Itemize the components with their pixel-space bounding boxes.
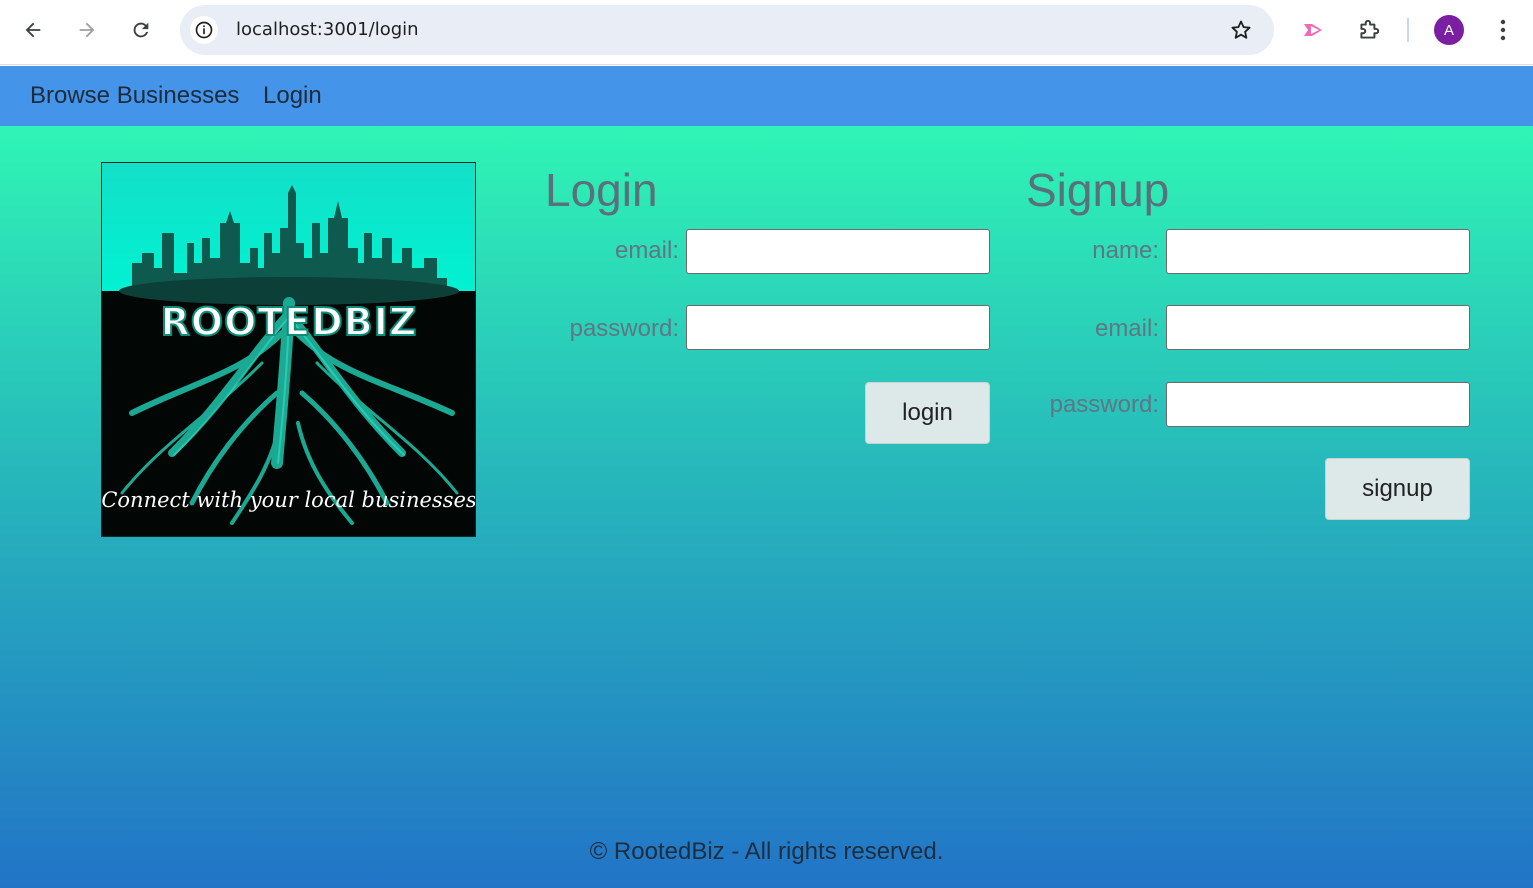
- extensions-puzzle-icon: [1360, 19, 1380, 39]
- bookmark-button[interactable]: [1228, 17, 1254, 43]
- footer-copyright: © RootedBiz - All rights reserved.: [589, 838, 944, 865]
- login-email-input[interactable]: [686, 229, 990, 274]
- login-button[interactable]: login: [865, 382, 990, 444]
- address-bar[interactable]: localhost:3001/login: [180, 5, 1274, 55]
- login-password-input[interactable]: [686, 305, 990, 350]
- extension-cast-icon: [1304, 24, 1322, 36]
- browser-menu-button[interactable]: [1487, 14, 1519, 46]
- signup-email-input[interactable]: [1166, 305, 1470, 350]
- nav-link-login[interactable]: Login: [263, 82, 322, 110]
- back-button[interactable]: [15, 12, 51, 48]
- extension-button[interactable]: [1298, 14, 1330, 46]
- reload-button[interactable]: [123, 12, 159, 48]
- rootedbiz-logo: ROOTEDBIZ Connect with your local busine…: [101, 162, 476, 537]
- main-content: ROOTEDBIZ Connect with your local busine…: [0, 126, 1533, 888]
- logo-graphic: ROOTEDBIZ Connect with your local busine…: [102, 163, 476, 536]
- signup-button[interactable]: signup: [1325, 458, 1470, 520]
- nav-link-browse-businesses[interactable]: Browse Businesses: [30, 82, 239, 110]
- profile-avatar[interactable]: A: [1434, 15, 1464, 45]
- signup-heading: Signup: [1026, 164, 1170, 216]
- login-heading: Login: [545, 164, 658, 216]
- signup-password-label: password:: [1049, 391, 1159, 418]
- site-info-icon: [195, 21, 213, 39]
- address-url: localhost:3001/login: [236, 19, 419, 40]
- site-navbar: Browse Businesses Login: [0, 66, 1533, 126]
- signup-name-input[interactable]: [1166, 229, 1470, 274]
- signup-name-label: name:: [1092, 237, 1159, 264]
- logo-brand-text: ROOTEDBIZ: [161, 300, 418, 344]
- signup-password-input[interactable]: [1166, 382, 1470, 427]
- reload-icon: [133, 22, 149, 38]
- toolbar-divider: [1407, 18, 1409, 42]
- bookmark-star-icon: [1231, 20, 1251, 39]
- forward-button[interactable]: [69, 12, 105, 48]
- site-info-button[interactable]: [190, 16, 218, 44]
- login-email-label: email:: [614, 237, 679, 264]
- forward-arrow-icon: [79, 22, 95, 38]
- more-vert-icon: [1500, 19, 1506, 41]
- back-arrow-icon: [25, 22, 41, 38]
- signup-email-label: email:: [1094, 315, 1159, 342]
- login-password-label: password:: [569, 315, 679, 342]
- extensions-button[interactable]: [1353, 14, 1385, 46]
- browser-toolbar: localhost:3001/login A: [0, 0, 1533, 65]
- logo-tagline-text: Connect with your local businesses: [102, 488, 476, 512]
